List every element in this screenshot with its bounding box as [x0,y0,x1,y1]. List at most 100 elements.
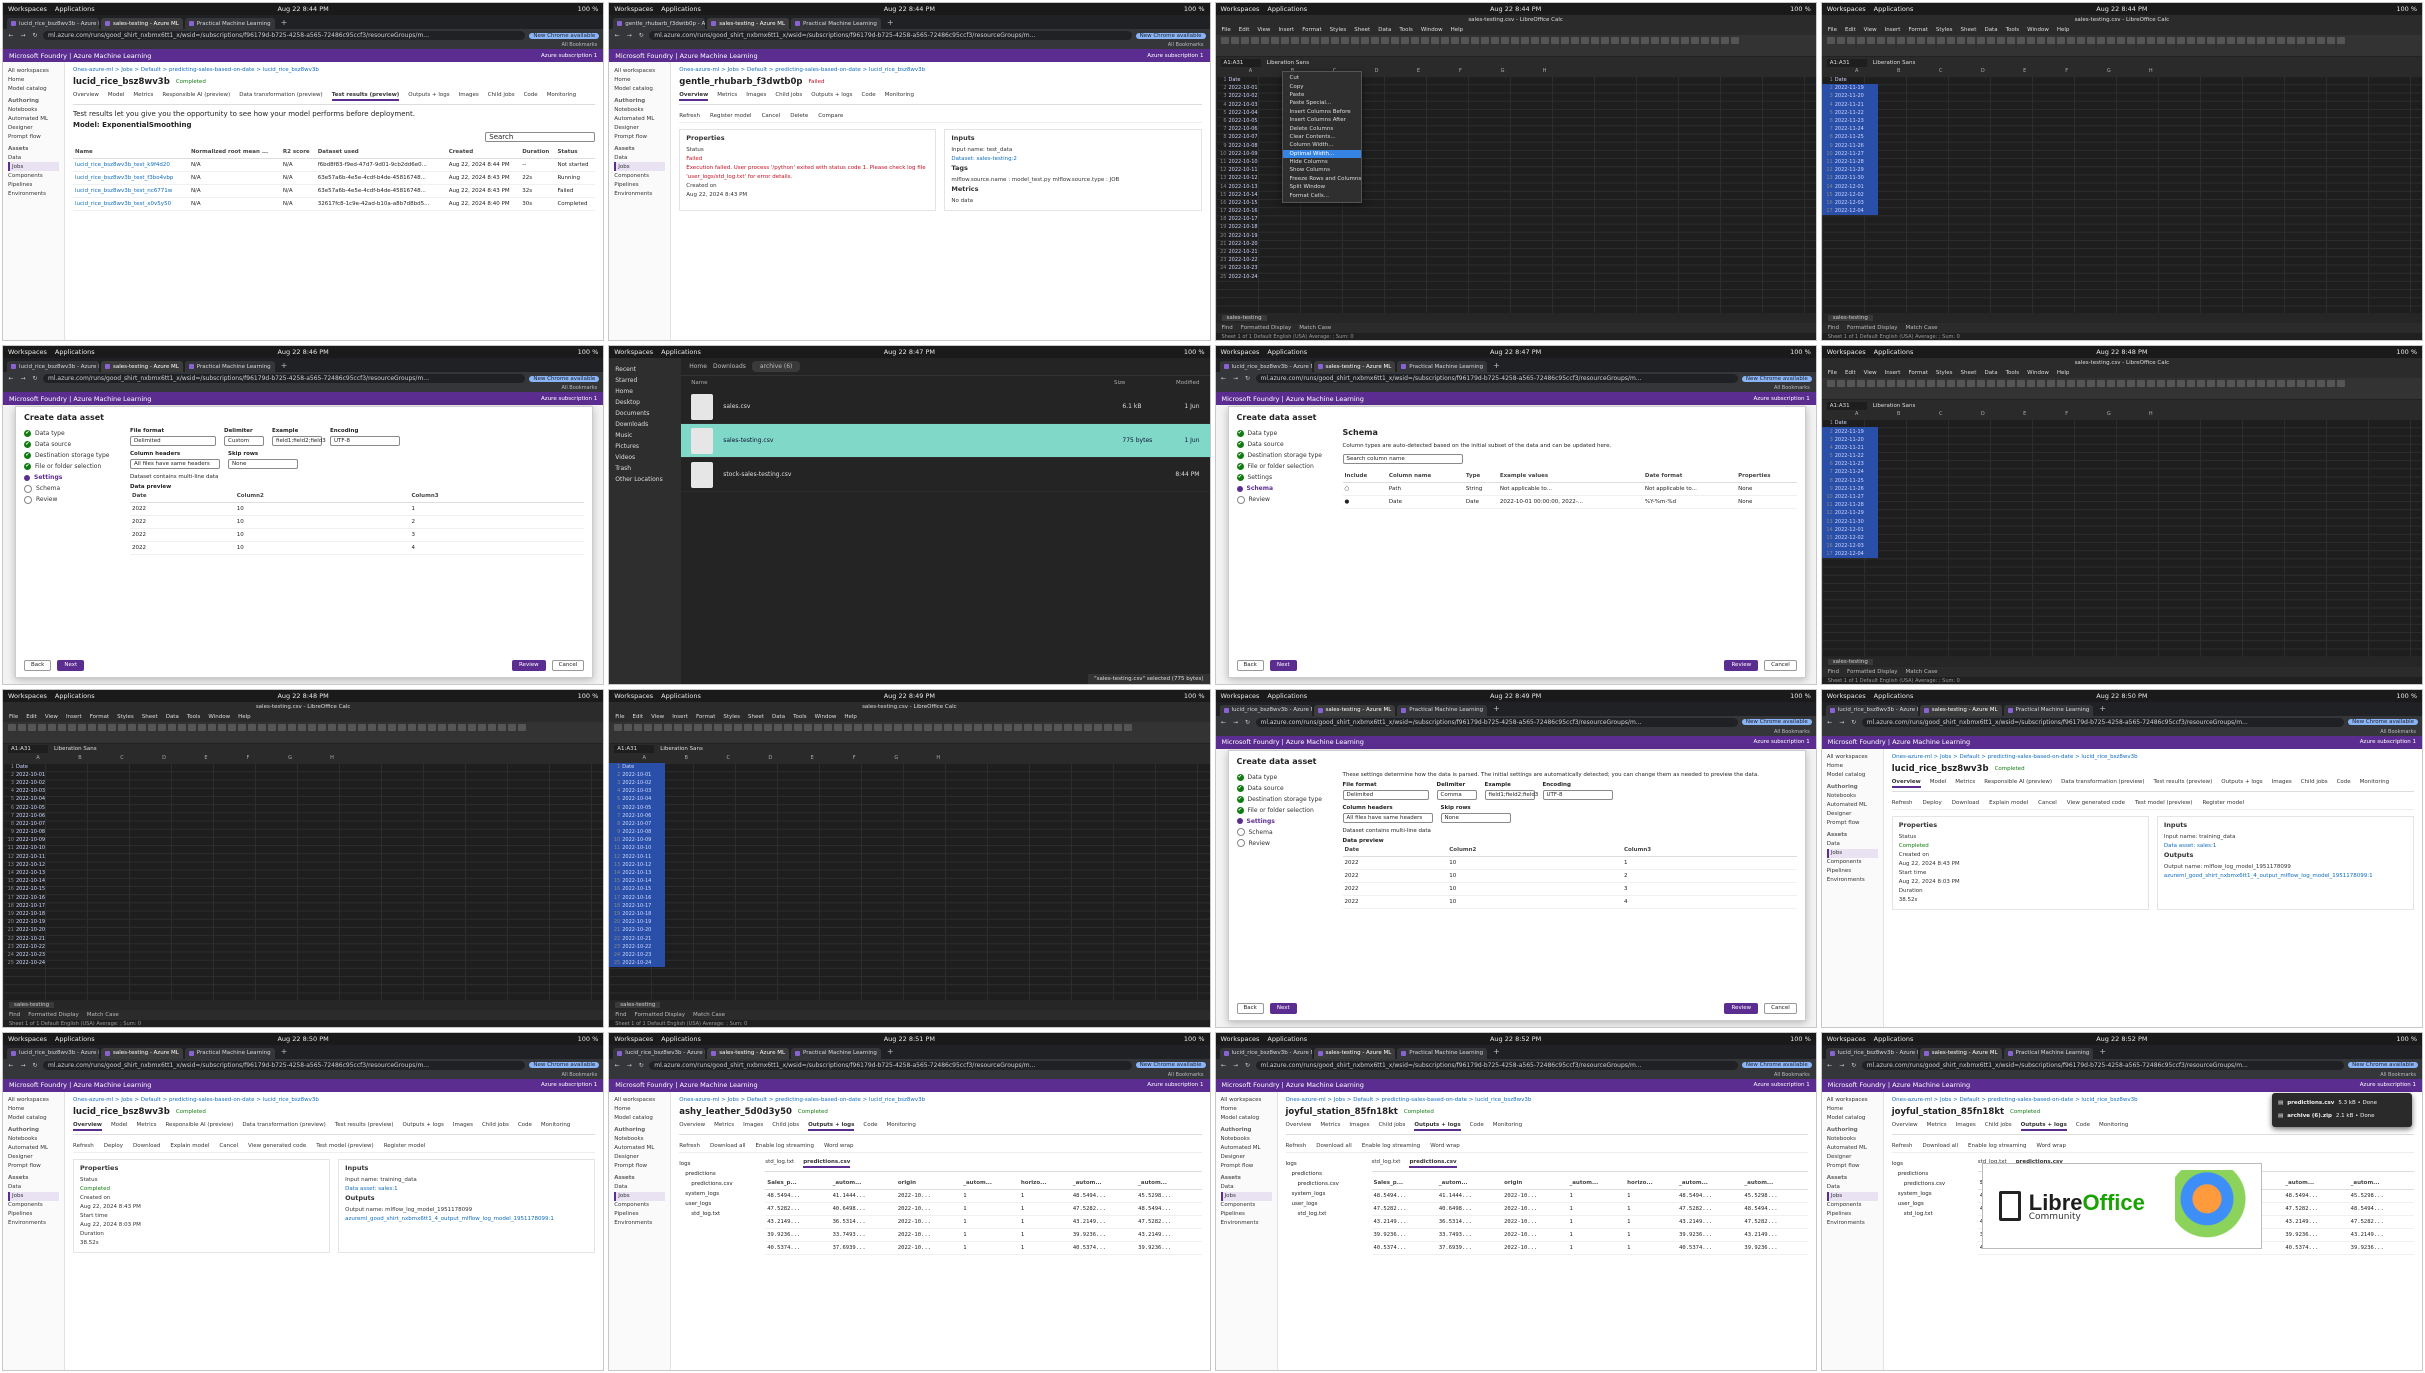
tab-metrics[interactable]: Metrics [133,92,153,101]
tree-item[interactable]: system_logs [1286,1189,1366,1199]
toolbar-button-icon[interactable] [1034,723,1043,731]
properties-select[interactable]: None [1736,495,1797,510]
column-header[interactable]: B [1878,68,1920,76]
reload-icon[interactable]: ↻ [1244,375,1252,382]
cell[interactable]: 9 2022-10-08 [1216,142,1272,150]
review-button[interactable]: Review [1724,659,1759,671]
toolbar-button-icon[interactable] [2156,380,2165,388]
toolbar-button-icon[interactable] [1700,37,1709,44]
column-header[interactable]: A [17,755,59,763]
cell[interactable]: 19 2022-10-18 [1216,223,1272,231]
file-format-select[interactable]: Delimited [1342,789,1429,800]
new-tab-icon[interactable]: + [277,361,292,370]
sidebar-item[interactable]: Jobs [8,162,59,171]
cell[interactable]: 2 2022-10-01 [609,770,666,779]
column-header[interactable]: D [1962,68,2004,76]
menu-window[interactable]: Window [208,714,230,720]
name-box[interactable]: A1:A31 [1826,58,1867,67]
menu-sheet[interactable]: Sheet [142,714,158,720]
back-icon[interactable]: ← [1220,1062,1228,1069]
toolbar-button-icon[interactable] [964,723,973,731]
toolbar-button-icon[interactable] [2006,37,2015,44]
cell[interactable]: 13 2022-11-30 [1821,174,1878,183]
cmd-refresh[interactable]: Refresh [73,1143,94,1149]
workspaces-menu[interactable]: Workspaces [614,348,653,356]
cell[interactable]: 13 2022-11-30 [1821,517,1878,526]
toolbar-button-icon[interactable] [2296,380,2305,388]
cancel-button[interactable]: Cancel [1764,1002,1797,1014]
menu-file[interactable]: File [9,714,18,720]
toolbar-button-icon[interactable] [1400,37,1409,44]
menu-styles[interactable]: Styles [1330,27,1347,33]
tab-images[interactable]: Images [1349,1122,1369,1131]
toolbar-button-icon[interactable] [1836,37,1845,44]
name-box[interactable]: A1:A31 [8,745,48,753]
cell[interactable]: 2 2022-10-01 [3,771,59,779]
new-tab-icon[interactable]: + [1489,704,1504,713]
sidebar-item[interactable]: Components [614,171,665,180]
wizard-step[interactable]: Data type [1237,772,1333,783]
tab-child-jobs[interactable]: Child jobs [482,1122,509,1131]
reload-icon[interactable]: ↻ [31,375,39,382]
browser-tab[interactable]: sales-testing - Azure ML [1313,704,1396,716]
browser-tab[interactable]: lucid_rice_bsz8wv3b - Azure ML [613,1047,706,1059]
path-segment[interactable]: Downloads [713,363,746,370]
toolbar-button-icon[interactable] [1460,37,1469,44]
tree-item[interactable]: logs [1286,1159,1366,1169]
address-bar[interactable]: ml.azure.com/runs/good_shirt_nxbmx6tt1_x… [1255,717,1738,727]
toolbar-button-icon[interactable] [1430,37,1439,44]
new-chrome-button[interactable]: New Chrome available [529,32,600,39]
sidebar-item[interactable]: Components [1827,1201,1878,1210]
column-header[interactable]: B [1878,411,1920,419]
toolbar-button-icon[interactable] [308,723,316,731]
tab-metrics[interactable]: Metrics [1320,1122,1340,1131]
new-chrome-button[interactable]: New Chrome available [1135,32,1206,39]
all-bookmarks[interactable]: All Bookmarks [3,42,604,49]
workspaces-menu[interactable]: Workspaces [614,692,653,700]
sidebar-item[interactable]: Prompt flow [1221,1162,1272,1171]
cell[interactable]: 3 2022-11-20 [1821,92,1878,101]
toolbar-button-icon[interactable] [1580,37,1589,44]
new-chrome-button[interactable]: New Chrome available [1135,1062,1206,1069]
tree-item[interactable]: logs [1892,1159,1972,1169]
applications-menu[interactable]: Applications [661,5,701,13]
toolbar-button-icon[interactable] [2116,380,2125,388]
menu-data[interactable]: Data [1984,370,1997,376]
column-type-select[interactable]: Date [1463,495,1498,510]
column-header[interactable]: H [2130,68,2172,76]
sidebar-item[interactable]: Pipelines [1221,1210,1272,1219]
sidebar-item[interactable]: Prompt flow [614,1162,665,1171]
tab-outputs-logs[interactable]: Outputs + logs [408,92,449,101]
toolbar-button-icon[interactable] [1986,37,1995,44]
cell[interactable]: 15 2022-10-14 [1216,191,1272,199]
toolbar-button-icon[interactable] [734,723,743,731]
toolbar-button-icon[interactable] [1340,37,1349,44]
tab-test-results-preview-[interactable]: Test results (preview) [335,1122,394,1131]
toolbar-button-icon[interactable] [2036,37,2045,44]
toolbar-button-icon[interactable] [854,723,863,731]
new-chrome-button[interactable]: New Chrome available [529,375,600,382]
menu-view[interactable]: View [1864,370,1877,376]
cell[interactable]: 15 2022-12-02 [1821,533,1878,543]
wizard-step[interactable]: Review [24,494,120,505]
applications-menu[interactable]: Applications [55,692,95,700]
column-header[interactable]: G [2088,411,2130,419]
cell[interactable]: 14 2022-10-13 [1216,182,1272,190]
tab-outputs-logs[interactable]: Outputs + logs [1414,1122,1461,1131]
workspaces-menu[interactable]: Workspaces [614,5,653,13]
cell[interactable]: 1 Date [609,762,666,771]
toolbar-button-icon[interactable] [68,723,76,731]
column-header[interactable]: H [1524,68,1566,76]
cell[interactable]: 13 2022-10-12 [609,860,666,869]
wizard-step[interactable]: Destination storage type [1237,450,1333,461]
toolbar-button-icon[interactable] [2236,37,2245,44]
cancel-button[interactable]: Cancel [551,659,585,671]
cmd-register-model[interactable]: Register model [384,1143,426,1149]
toolbar-button-icon[interactable] [448,723,456,731]
tab-overview[interactable]: Overview [73,92,99,101]
toolbar-button-icon[interactable] [614,723,623,731]
toolbar-button-icon[interactable] [1886,380,1895,388]
workspaces-menu[interactable]: Workspaces [614,1035,653,1043]
toolbar-button-icon[interactable] [1114,723,1123,731]
toolbar-button-icon[interactable] [128,723,136,731]
